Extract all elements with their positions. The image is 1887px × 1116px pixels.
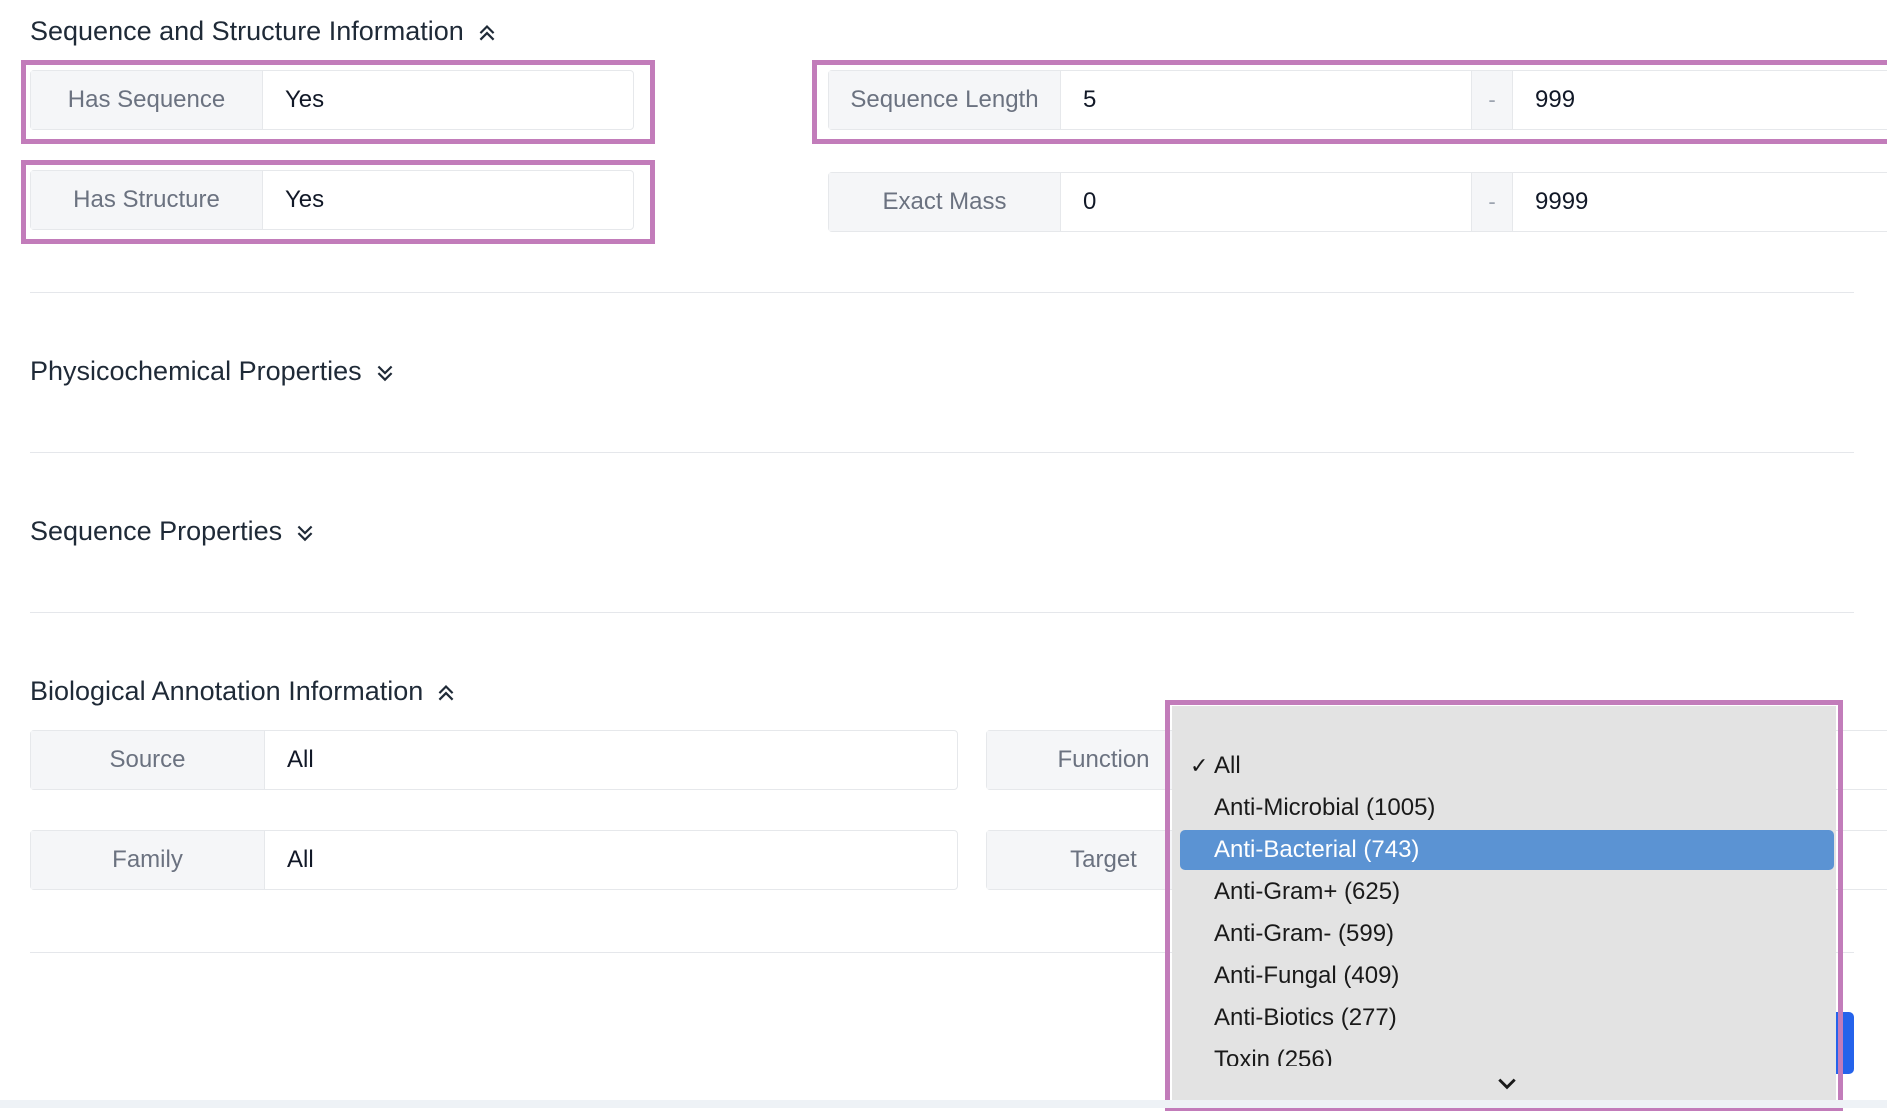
sequence-length-max-input[interactable]: 999 — [1513, 71, 1887, 129]
has-sequence-field[interactable]: Has Sequence Yes — [30, 70, 634, 130]
exact-mass-min-input[interactable]: 0 — [1061, 173, 1471, 231]
dropdown-option-label: Anti-Fungal (409) — [1214, 962, 1400, 989]
dropdown-option[interactable]: Anti-Gram- (599) — [1180, 914, 1834, 954]
family-select[interactable]: All — [265, 831, 314, 889]
source-select[interactable]: All — [265, 731, 314, 789]
section-title-sequence-structure[interactable]: Sequence and Structure Information — [30, 16, 498, 47]
chevron-double-up-icon[interactable] — [476, 21, 498, 43]
dropdown-option[interactable]: Anti-Gram+ (625) — [1180, 872, 1834, 912]
section-title-label: Sequence Properties — [30, 516, 283, 546]
divider — [30, 612, 1854, 613]
has-structure-field[interactable]: Has Structure Yes — [30, 170, 634, 230]
divider — [30, 452, 1854, 453]
dropdown-option-label: Anti-Gram- (599) — [1214, 920, 1395, 947]
has-sequence-select[interactable]: Yes — [263, 71, 324, 129]
bottom-bar — [0, 1100, 1887, 1108]
section-title-physicochemical[interactable]: Physicochemical Properties — [30, 356, 396, 387]
dropdown-option-highlighted[interactable]: Anti-Bacterial (743) — [1180, 830, 1834, 870]
has-structure-select[interactable]: Yes — [263, 171, 324, 229]
source-field[interactable]: Source All — [30, 730, 958, 790]
section-title-biological-annotation[interactable]: Biological Annotation Information — [30, 676, 457, 707]
chevron-double-down-icon[interactable] — [374, 361, 396, 383]
chevron-double-up-icon[interactable] — [435, 681, 457, 703]
dropdown-option-label: Anti-Biotics (277) — [1214, 1004, 1397, 1031]
section-title-sequence-properties[interactable]: Sequence Properties — [30, 516, 316, 547]
section-title-label: Biological Annotation Information — [30, 676, 424, 706]
dropdown-option-label: Anti-Microbial (1005) — [1214, 794, 1436, 821]
family-field[interactable]: Family All — [30, 830, 958, 890]
sequence-length-field[interactable]: Sequence Length 5 - 999 — [828, 70, 1887, 130]
family-label: Family — [31, 831, 265, 889]
exact-mass-label: Exact Mass — [829, 173, 1061, 231]
exact-mass-field[interactable]: Exact Mass 0 - 9999 — [828, 172, 1887, 232]
sequence-length-label: Sequence Length — [829, 71, 1061, 129]
function-dropdown-menu[interactable]: ✓ All Anti-Microbial (1005) Anti-Bacteri… — [1172, 706, 1836, 1104]
search-button[interactable] — [1836, 1012, 1854, 1074]
dropdown-option-label: Anti-Gram+ (625) — [1214, 878, 1401, 905]
divider — [30, 292, 1854, 293]
chevron-down-icon[interactable] — [1496, 1076, 1518, 1092]
dropdown-option[interactable]: Anti-Fungal (409) — [1180, 956, 1834, 996]
range-separator: - — [1471, 173, 1513, 231]
has-sequence-label: Has Sequence — [31, 71, 263, 129]
dropdown-option[interactable]: Anti-Biotics (277) — [1180, 998, 1834, 1038]
check-icon: ✓ — [1190, 753, 1209, 778]
dropdown-option-label: Anti-Bacterial (743) — [1214, 836, 1420, 863]
dropdown-option-all[interactable]: ✓ All — [1180, 746, 1834, 786]
chevron-double-down-icon[interactable] — [294, 521, 316, 543]
source-label: Source — [31, 731, 265, 789]
has-structure-label: Has Structure — [31, 171, 263, 229]
sequence-length-min-input[interactable]: 5 — [1061, 71, 1471, 129]
section-title-label: Sequence and Structure Information — [30, 16, 464, 46]
dropdown-option-label: All — [1214, 752, 1241, 779]
dropdown-option[interactable]: Anti-Microbial (1005) — [1180, 788, 1834, 828]
exact-mass-max-input[interactable]: 9999 — [1513, 173, 1887, 231]
section-title-label: Physicochemical Properties — [30, 356, 362, 386]
range-separator: - — [1471, 71, 1513, 129]
